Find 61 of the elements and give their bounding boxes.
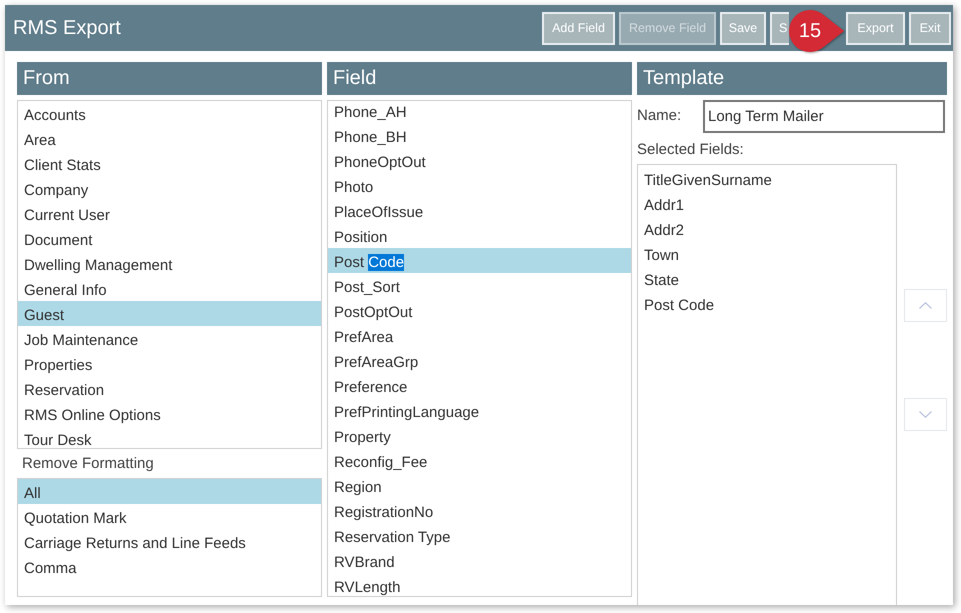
from-list-item[interactable]: Dwelling Management [18, 251, 321, 276]
move-down-button[interactable] [904, 398, 947, 431]
move-up-button[interactable] [904, 289, 947, 322]
field-list-item[interactable]: Phone_BH [328, 123, 631, 148]
field-list-item[interactable]: RVLength [328, 573, 631, 596]
formatting-option[interactable]: All [18, 479, 321, 504]
from-list-item[interactable]: Client Stats [18, 151, 321, 176]
callout-badge: 15 [789, 9, 845, 53]
field-list-item[interactable]: Preference [328, 373, 631, 398]
selected-field-item[interactable]: Town [638, 241, 896, 266]
chevron-down-icon [919, 411, 932, 418]
from-list-item[interactable]: Document [18, 226, 321, 251]
from-list-item[interactable]: RMS Online Options [18, 401, 321, 426]
from-list-item[interactable]: Tour Desk [18, 426, 321, 448]
field-list-item[interactable]: PrefPrintingLanguage [328, 398, 631, 423]
field-list-item[interactable]: Photo [328, 173, 631, 198]
field-list-item[interactable]: PrefAreaGrp [328, 348, 631, 373]
name-input[interactable]: Long Term Mailer [703, 100, 945, 133]
from-list-item[interactable]: Reservation [18, 376, 321, 401]
formatting-option[interactable]: Carriage Returns and Line Feeds [18, 529, 321, 554]
selected-field-item[interactable]: Addr2 [638, 216, 896, 241]
from-list-item[interactable]: Accounts [18, 101, 321, 126]
field-list-item[interactable]: Post Code [328, 248, 631, 273]
from-list[interactable]: Accounts Area Client Stats Company Current User Document Dwelling Management General Info Guest Job Maintenance Properties Reservation RMS Online Options Tour Desk [17, 100, 322, 449]
field-list-item[interactable]: PostOptOut [328, 298, 631, 323]
from-list-item[interactable]: Job Maintenance [18, 326, 321, 351]
field-list-item[interactable]: RegistrationNo [328, 498, 631, 523]
field-list-item[interactable]: PrefArea [328, 323, 631, 348]
field-list-item[interactable]: Post_Sort [328, 273, 631, 298]
field-list-item[interactable]: Reservation Type [328, 523, 631, 548]
formatting-option[interactable]: Quotation Mark [18, 504, 321, 529]
selected-field-item[interactable]: Addr1 [638, 191, 896, 216]
from-list-item[interactable]: Area [18, 126, 321, 151]
selected-fields-list[interactable]: TitleGivenSurname Addr1 Addr2 Town State Post Code [637, 164, 897, 605]
column-header: Template [637, 62, 947, 95]
field-list-item[interactable]: Region [328, 473, 631, 498]
field-list-item[interactable]: Position [328, 223, 631, 248]
field-list-item[interactable]: RVBrand [328, 548, 631, 573]
selected-fields-label: Selected Fields: [637, 141, 745, 159]
from-list-item[interactable]: Company [18, 176, 321, 201]
chevron-up-icon [919, 302, 932, 309]
field-list-item[interactable]: Reconfig_Fee [328, 448, 631, 473]
from-list-item[interactable]: Guest [18, 301, 321, 326]
column-header: From [17, 62, 322, 95]
formatting-option[interactable]: Comma [18, 554, 321, 579]
field-list-item[interactable]: Phone_AH [328, 101, 631, 123]
from-list-item[interactable]: General Info [18, 276, 321, 301]
remove-formatting-label: Remove Formatting [21, 454, 155, 474]
selected-field-item[interactable]: State [638, 266, 896, 291]
field-list-item[interactable]: PlaceOfIssue [328, 198, 631, 223]
field-list[interactable] [327, 100, 632, 597]
selected-field-item[interactable]: Post Code [638, 291, 896, 316]
field-list-item[interactable]: PhoneOptOut [328, 148, 631, 173]
from-list-item[interactable]: Properties [18, 351, 321, 376]
selected-field-item[interactable]: TitleGivenSurname [638, 166, 896, 191]
column-header: Field [327, 62, 632, 95]
window-title: RMS Export [13, 16, 121, 40]
formatting-list[interactable]: All Quotation Mark Carriage Returns and Line Feeds Comma [17, 478, 322, 597]
name-label: Name: [637, 106, 682, 126]
from-list-item[interactable]: Current User [18, 201, 321, 226]
field-list-item[interactable]: Property [328, 423, 631, 448]
